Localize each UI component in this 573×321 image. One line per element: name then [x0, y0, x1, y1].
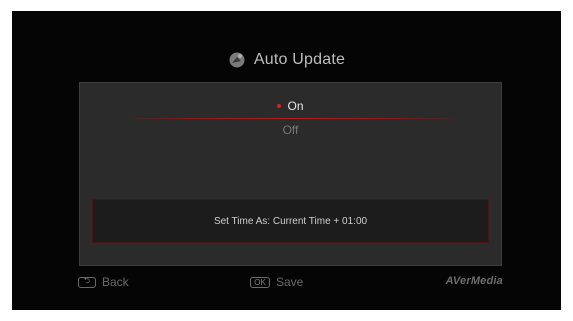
option-off[interactable]: Off — [80, 123, 501, 137]
back-button[interactable]: ⮌ Back — [78, 275, 129, 289]
option-on[interactable]: On — [80, 99, 501, 113]
selected-indicator — [277, 103, 282, 108]
title-bar: Auto Update — [12, 47, 561, 73]
page-title: Auto Update — [253, 51, 346, 68]
footer-bar: ⮌ Back OK Save AVerMedia — [12, 275, 561, 295]
save-label: Save — [276, 275, 304, 289]
save-button[interactable]: OK Save — [250, 275, 303, 289]
back-label: Back — [102, 275, 129, 289]
selection-highlight — [122, 118, 462, 119]
ok-key-icon: OK — [250, 276, 270, 288]
brand-logo: AVerMedia — [445, 275, 503, 287]
back-key-icon: ⮌ — [78, 276, 96, 288]
time-info-text: Set Time As: Current Time + 01:00 — [213, 215, 368, 227]
settings-panel: On Off Set Time As: Current Time + 01:00 — [79, 82, 502, 266]
time-info-box: Set Time As: Current Time + 01:00 — [92, 199, 489, 243]
option-off-label: Off — [282, 123, 299, 137]
tv-screen: Auto Update On Off Set Time As: Current … — [12, 11, 561, 310]
satellite-dish-icon — [228, 51, 246, 69]
option-on-label: On — [287, 99, 304, 113]
